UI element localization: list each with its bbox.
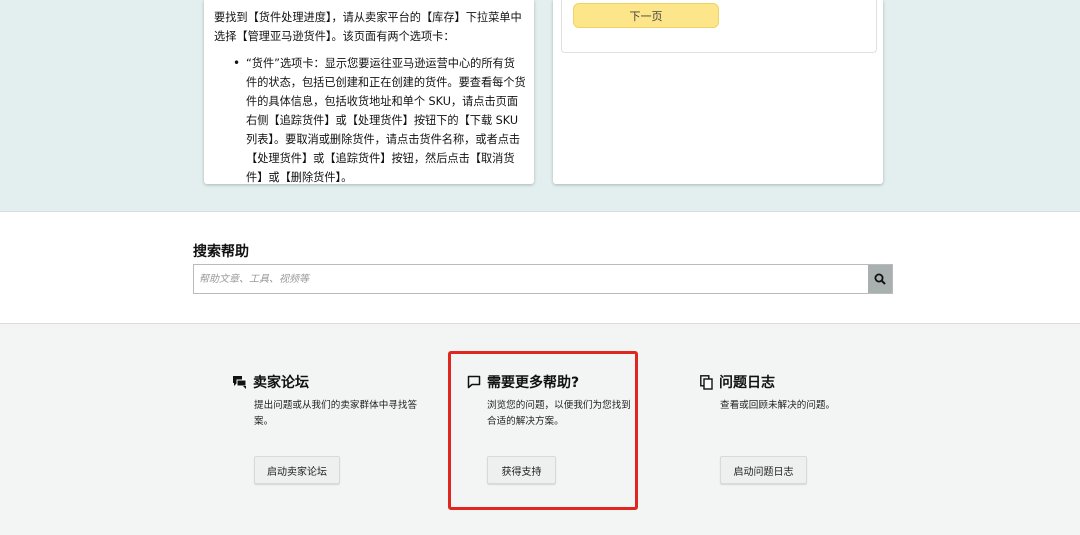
help-option-case-log: 问题日志 查看或回顾未解决的问题。 启动问题日志 — [700, 372, 835, 484]
content-band — [0, 0, 1080, 212]
launch-forum-button[interactable]: 启动卖家论坛 — [254, 456, 340, 484]
instructions-intro: 要找到【货件处理进度】，请从卖家平台的【库存】下拉菜单中选择【管理亚马逊货件】。… — [214, 11, 522, 43]
search-button[interactable] — [868, 265, 892, 293]
next-page-button[interactable]: 下一页 — [573, 3, 719, 28]
search-icon — [874, 273, 886, 285]
forum-description: 提出问题或从我们的卖家群体中寻找答案。 — [254, 400, 418, 427]
help-option-support: 需要更多帮助? 浏览您的问题，以便我们为您找到合适的解决方案。 获得支持 — [467, 372, 631, 484]
support-description: 浏览您的问题，以便我们为您找到合适的解决方案。 — [487, 400, 631, 427]
navigation-card: 下一页 — [553, 0, 883, 184]
instructions-card: 要找到【货件处理进度】，请从卖家平台的【库存】下拉菜单中选择【管理亚马逊货件】。… — [204, 0, 534, 184]
get-support-button[interactable]: 获得支持 — [487, 456, 556, 484]
help-option-forum: 卖家论坛 提出问题或从我们的卖家群体中寻找答案。 启动卖家论坛 — [233, 372, 417, 484]
case-log-description: 查看或回顾未解决的问题。 — [720, 400, 836, 411]
forum-chat-icon — [233, 375, 247, 389]
support-title: 需要更多帮助? — [487, 375, 580, 391]
speech-bubble-icon — [467, 375, 481, 389]
search-bar — [193, 264, 893, 294]
copy-documents-icon — [700, 374, 713, 390]
forum-title: 卖家论坛 — [253, 375, 309, 391]
pager-box: 下一页 — [561, 0, 877, 53]
search-input[interactable] — [194, 265, 868, 293]
launch-case-log-button[interactable]: 启动问题日志 — [720, 456, 807, 484]
case-log-title: 问题日志 — [719, 375, 775, 391]
shipments-tab-description: “货件”选项卡：显示您要运往亚马逊运营中心的所有货件的状态，包括已创建和正在创建… — [233, 54, 526, 187]
tab-list: “货件”选项卡：显示您要运往亚马逊运营中心的所有货件的状态，包括已创建和正在创建… — [212, 54, 526, 187]
search-help-title: 搜索帮助 — [193, 244, 249, 260]
